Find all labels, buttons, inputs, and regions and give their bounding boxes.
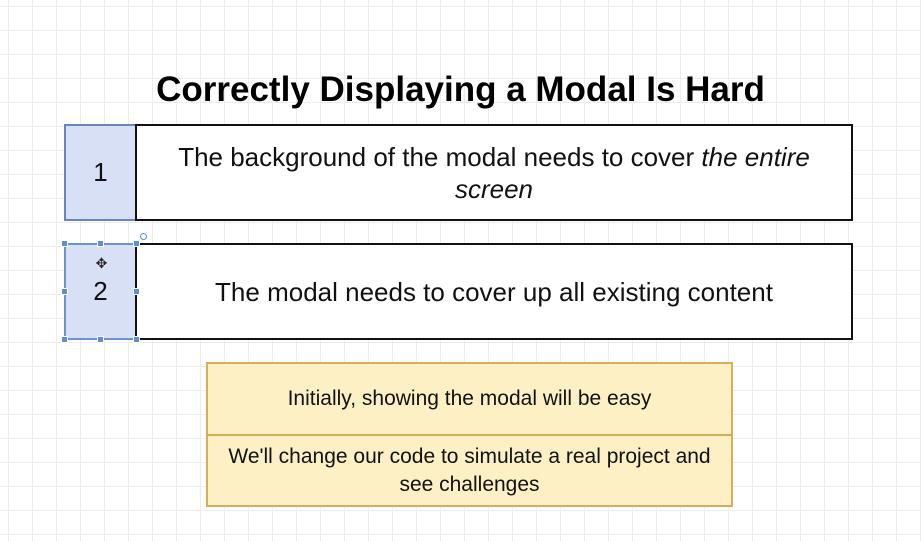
- step-number-1: 1: [93, 157, 108, 187]
- selection-handle-top[interactable]: [97, 240, 104, 247]
- note-box-1[interactable]: Initially, showing the modal will be eas…: [206, 362, 733, 436]
- selection-handle-bottom[interactable]: [97, 336, 104, 343]
- step-text-box-1[interactable]: The background of the modal needs to cov…: [135, 124, 853, 221]
- step-number-2: 2: [93, 276, 108, 306]
- selection-handle-left[interactable]: [61, 288, 68, 295]
- step-number-box-1[interactable]: 1: [64, 124, 137, 221]
- step-text-1: The background of the modal needs to cov…: [143, 141, 845, 205]
- step-text-1-plain: The background of the modal needs to cov…: [178, 141, 702, 172]
- step-text-box-2[interactable]: The modal needs to cover up all existing…: [135, 243, 853, 340]
- slide-title: Correctly Displaying a Modal Is Hard: [156, 70, 765, 109]
- rotate-handle-icon[interactable]: [140, 233, 147, 240]
- selection-handle-bottom-left[interactable]: [61, 336, 68, 343]
- note-box-2[interactable]: We'll change our code to simulate a real…: [206, 434, 733, 507]
- selection-handle-top-left[interactable]: [61, 240, 68, 247]
- selection-handle-bottom-right[interactable]: [133, 336, 140, 343]
- note-text-2: We'll change our code to simulate a real…: [228, 444, 711, 496]
- move-cursor-icon: ✥: [95, 255, 108, 271]
- selection-handle-right[interactable]: [133, 288, 140, 295]
- step-text-2: The modal needs to cover up all existing…: [215, 276, 773, 307]
- selection-handle-top-right[interactable]: [133, 240, 140, 247]
- note-text-1: Initially, showing the modal will be eas…: [287, 387, 652, 410]
